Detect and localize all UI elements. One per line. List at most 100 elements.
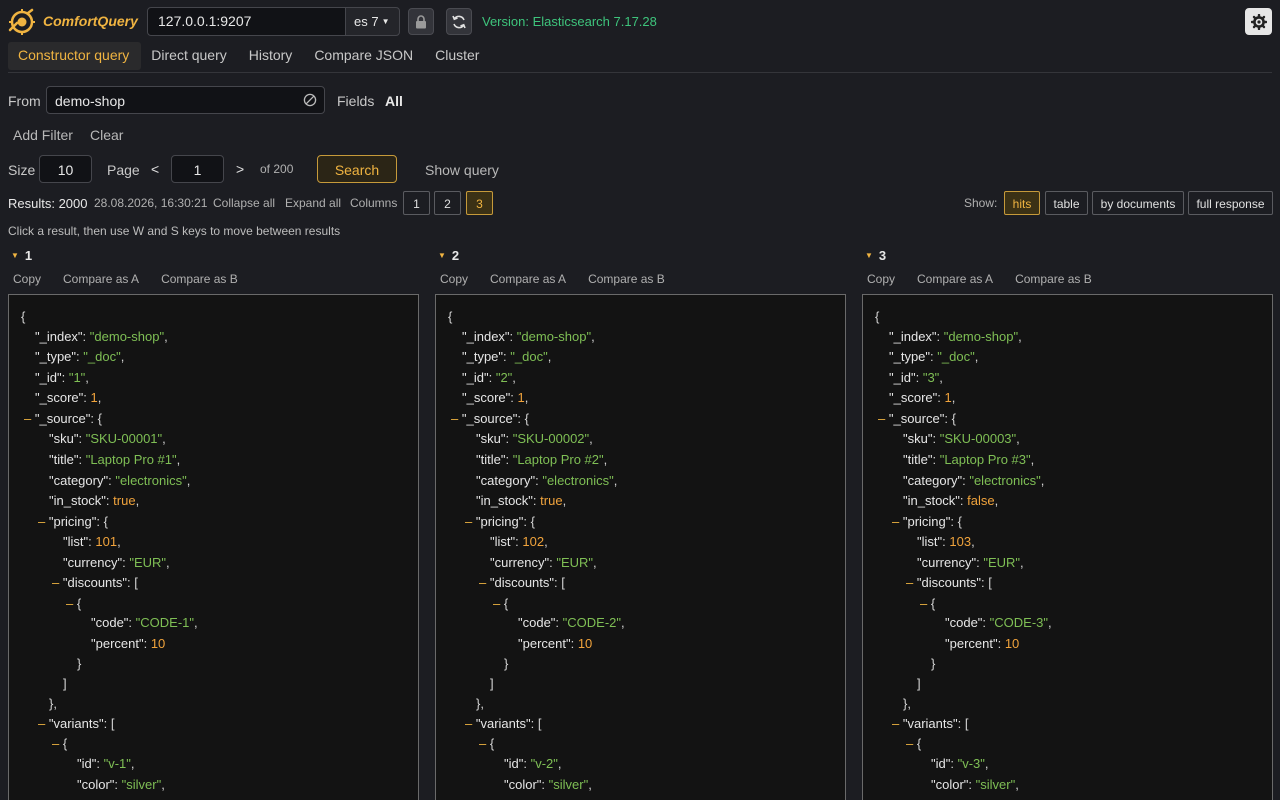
json-array-item: – { — [479, 736, 495, 751]
json-toggle-icon[interactable]: – — [906, 736, 913, 751]
json-toggle-icon[interactable]: – — [920, 596, 927, 611]
expand-all-button[interactable]: Expand all — [285, 196, 341, 210]
tab-compare-json[interactable]: Compare JSON — [304, 42, 425, 70]
show-full-response-button[interactable]: full response — [1188, 191, 1273, 215]
json-toggle-icon[interactable]: – — [906, 575, 913, 590]
copy-button[interactable]: Copy — [867, 272, 895, 286]
json-field: "sku": "SKU-00002", — [476, 431, 593, 446]
json-field: "id": "v-3", — [931, 756, 989, 771]
json-field: "currency": "EUR", — [490, 555, 597, 570]
collapse-triangle-icon[interactable]: ▼ — [438, 251, 446, 260]
json-toggle-icon[interactable]: – — [878, 411, 885, 426]
collapse-triangle-icon[interactable]: ▼ — [11, 251, 19, 260]
tabs-divider — [8, 72, 1272, 73]
json-toggle-icon[interactable]: – — [892, 514, 899, 529]
collapse-triangle-icon[interactable]: ▼ — [865, 251, 873, 260]
result-number: 2 — [451, 248, 460, 263]
collapse-all-button[interactable]: Collapse all — [213, 196, 275, 210]
json-brace: } — [504, 656, 509, 671]
clear-index-icon[interactable] — [303, 93, 317, 107]
host-input[interactable]: 127.0.0.1:9207 — [147, 7, 346, 36]
result-header[interactable]: ▼ 1 — [8, 248, 32, 263]
json-toggle-icon[interactable]: – — [892, 716, 899, 731]
json-field: "_index": "demo-shop", — [462, 329, 595, 344]
show-query-button[interactable]: Show query — [425, 162, 499, 178]
compare-as-a-button[interactable]: Compare as A — [917, 272, 993, 286]
json-toggle-icon[interactable]: – — [24, 411, 31, 426]
json-field: "in_stock": true, — [476, 493, 567, 508]
compare-as-b-button[interactable]: Compare as B — [588, 272, 665, 286]
json-toggle-icon[interactable]: – — [465, 514, 472, 529]
json-toggle-icon[interactable]: – — [479, 736, 486, 751]
compare-as-b-button[interactable]: Compare as B — [1015, 272, 1092, 286]
show-by-documents-button[interactable]: by documents — [1092, 191, 1184, 215]
json-viewer[interactable]: {"_index": "demo-shop", "_type": "_doc", "… — [862, 294, 1273, 800]
json-value: _doc — [87, 349, 117, 364]
version-label: Version: Elasticsearch 7.17.28 — [482, 14, 657, 29]
lock-button[interactable] — [408, 8, 434, 35]
caret-down-icon: ▼ — [381, 17, 390, 26]
json-toggle-icon[interactable]: – — [465, 716, 472, 731]
tab-history[interactable]: History — [239, 42, 305, 70]
search-button[interactable]: Search — [317, 155, 397, 183]
page-input[interactable]: 1 — [171, 155, 224, 183]
json-field: "currency": "EUR", — [63, 555, 170, 570]
json-field: "color": "silver", — [931, 777, 1019, 792]
settings-button[interactable] — [1245, 8, 1272, 35]
gear-icon — [1250, 13, 1267, 30]
show-table-button[interactable]: table — [1045, 191, 1088, 215]
json-toggle-icon[interactable]: – — [479, 575, 486, 590]
tab-cluster[interactable]: Cluster — [425, 42, 491, 70]
json-value: 2 — [500, 370, 508, 385]
json-value: 1 — [73, 370, 81, 385]
result-header[interactable]: ▼ 2 — [435, 248, 459, 263]
json-toggle-icon[interactable]: – — [52, 736, 59, 751]
json-value: EUR — [987, 555, 1016, 570]
prev-page-button[interactable]: < — [151, 161, 159, 177]
add-filter-button[interactable]: Add Filter — [13, 127, 73, 143]
keyboard-hint: Click a result, then use W and S keys to… — [8, 224, 341, 238]
compare-as-a-button[interactable]: Compare as A — [490, 272, 566, 286]
json-array-item: – { — [920, 596, 936, 611]
json-field: "color": "silver", — [504, 777, 592, 792]
json-viewer[interactable]: {"_index": "demo-shop", "_type": "_doc", "… — [435, 294, 846, 800]
next-page-button[interactable]: > — [236, 161, 244, 177]
compare-as-b-button[interactable]: Compare as B — [161, 272, 238, 286]
json-value: Laptop Pro #1 — [90, 452, 173, 467]
json-toggle-icon[interactable]: – — [493, 596, 500, 611]
es-version-label: es 7 — [354, 14, 379, 29]
json-array-item: – { — [66, 596, 82, 611]
copy-button[interactable]: Copy — [13, 272, 41, 286]
json-toggle-icon[interactable]: – — [66, 596, 73, 611]
columns-1-button[interactable]: 1 — [403, 191, 430, 215]
json-array-item: – { — [493, 596, 509, 611]
app-title: ComfortQuery — [43, 13, 138, 29]
json-toggle-icon[interactable]: – — [451, 411, 458, 426]
tab-constructor-query[interactable]: Constructor query — [8, 42, 142, 70]
result-header[interactable]: ▼ 3 — [862, 248, 886, 263]
json-field: "sku": "SKU-00001", — [49, 431, 166, 446]
json-field: "_type": "_doc", — [462, 349, 552, 364]
es-version-select[interactable]: es 7 ▼ — [345, 7, 400, 36]
json-field: "_id": "2", — [462, 370, 516, 385]
show-hits-button[interactable]: hits — [1004, 191, 1040, 215]
json-value: 10 — [1004, 636, 1020, 651]
size-input[interactable]: 10 — [39, 155, 92, 183]
json-field: "_id": "3", — [889, 370, 943, 385]
json-field: "code": "CODE-1", — [91, 615, 198, 630]
json-toggle-icon[interactable]: – — [38, 716, 45, 731]
reconnect-button[interactable] — [446, 8, 472, 35]
json-toggle-icon[interactable]: – — [52, 575, 59, 590]
tab-direct-query[interactable]: Direct query — [141, 42, 238, 70]
index-input[interactable]: demo-shop — [46, 86, 325, 114]
json-toggle-icon[interactable]: – — [38, 514, 45, 529]
columns-3-button[interactable]: 3 — [466, 191, 493, 215]
clear-button[interactable]: Clear — [90, 127, 123, 143]
size-label: Size — [8, 162, 36, 178]
fields-selector[interactable]: All — [385, 93, 403, 109]
columns-2-button[interactable]: 2 — [434, 191, 461, 215]
json-viewer[interactable]: {"_index": "demo-shop", "_type": "_doc", "… — [8, 294, 419, 800]
json-brace: { — [875, 309, 880, 324]
copy-button[interactable]: Copy — [440, 272, 468, 286]
compare-as-a-button[interactable]: Compare as A — [63, 272, 139, 286]
